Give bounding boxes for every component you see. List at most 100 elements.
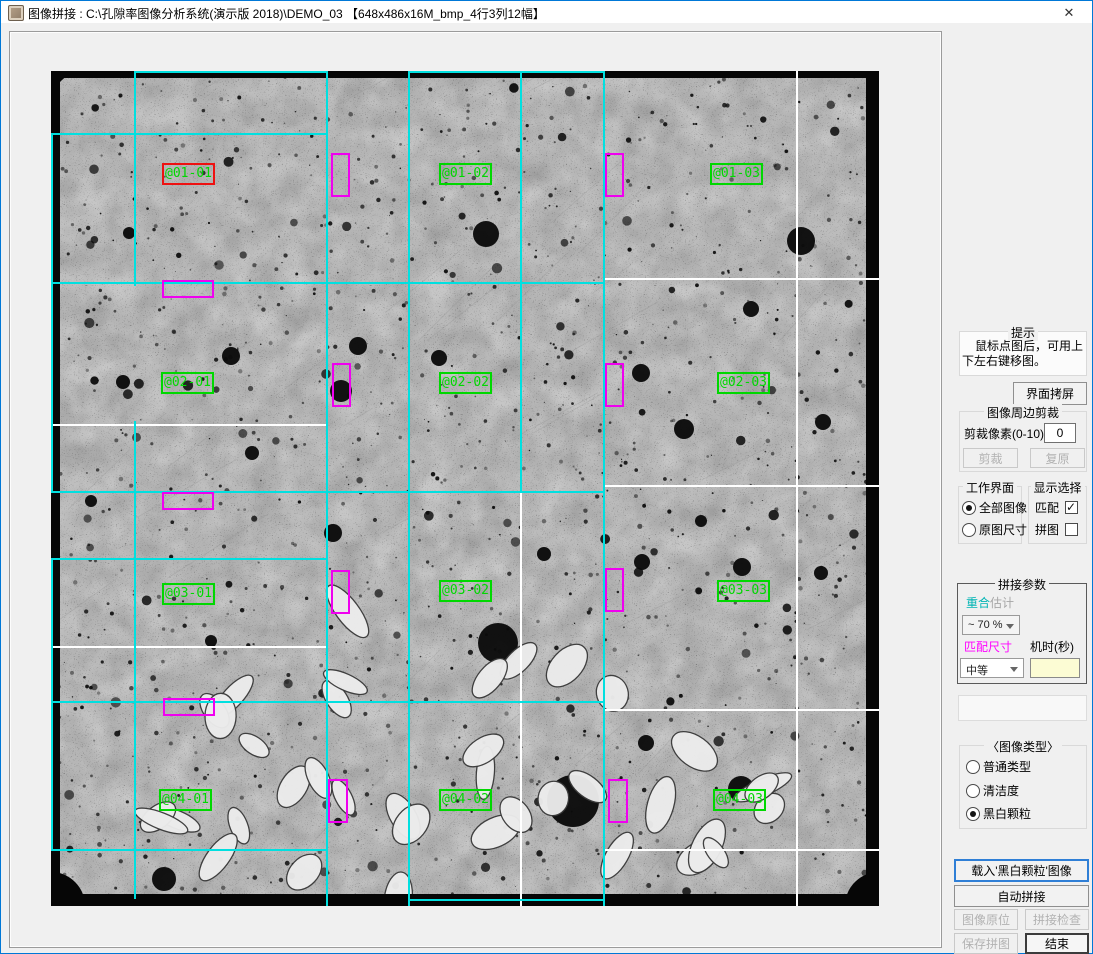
machine-time-input[interactable] — [1030, 658, 1080, 678]
stitch-params-title: 拼接参数 — [995, 576, 1049, 593]
crop-title: 图像周边剪裁 — [984, 404, 1062, 421]
end-button[interactable]: 结束 — [1025, 933, 1089, 954]
tile-label: @03-02 — [439, 580, 492, 602]
grid-line-white — [603, 709, 879, 711]
machine-time-label: 机时(秒) — [1030, 638, 1074, 655]
grid-line-white — [603, 485, 879, 487]
grid-line-cyan — [408, 71, 605, 73]
normal-type-label: 普通类型 — [983, 758, 1031, 775]
grid-line-cyan — [134, 71, 328, 73]
grid-line-white — [603, 278, 879, 280]
match-checkbox[interactable] — [1065, 501, 1078, 514]
grid-line-cyan — [51, 133, 328, 135]
grid-line-white — [796, 71, 798, 906]
tile-label: @03-03 — [717, 580, 770, 602]
close-icon[interactable]: ✕ — [1058, 4, 1080, 21]
stitch-label: 拼图 — [1035, 521, 1059, 538]
grid-line-cyan — [51, 558, 53, 849]
radio-row-normal-type: 普通类型 — [966, 758, 1031, 775]
all-images-label: 全部图像 — [979, 499, 1027, 516]
crop-pixels-label: 剪裁像素(0-10) — [964, 425, 1044, 442]
match-box — [331, 570, 350, 614]
tile-label: @01-02 — [439, 163, 492, 185]
original-size-radio[interactable] — [962, 523, 976, 537]
grid-line-white — [603, 849, 879, 851]
match-box — [332, 363, 351, 407]
tile-label: @02-02 — [439, 372, 492, 394]
grid-line-white — [51, 424, 326, 426]
title-bar: 图像拼接 : C:\孔隙率图像分析系统(演示版 2018)\DEMO_03 【6… — [1, 1, 1092, 23]
match-box — [605, 363, 624, 407]
crop-pixels-input[interactable]: 0 — [1044, 423, 1076, 443]
crop-button[interactable]: 剪裁 — [963, 448, 1018, 468]
match-size-dropdown[interactable]: 中等 — [960, 658, 1024, 678]
display-select-title: 显示选择 — [1030, 479, 1084, 496]
work-interface-title: 工作界面 — [963, 479, 1017, 496]
match-checkbox-row: 匹配 — [1035, 499, 1078, 516]
radio-row-all-images: 全部图像 — [962, 499, 1027, 516]
progress-panel — [958, 695, 1087, 721]
mosaic-image[interactable]: @01-01 @01-02 @01-03 @02-01 @02-02 @02-03 @03-… — [51, 71, 879, 906]
crop-groupbox: 图像周边剪裁 剪裁像素(0-10) 0 剪裁 复原 — [959, 411, 1087, 472]
screen-copy-button[interactable]: 界面拷屏 — [1013, 382, 1087, 405]
overlap-estimate-dropdown[interactable]: ~ 70 % — [962, 615, 1020, 635]
save-stitch-button[interactable]: 保存拼图 — [954, 933, 1018, 954]
hint-text: 鼠标点图后，可用上下左右键移图。 — [962, 339, 1086, 369]
tile-label: @02-03 — [717, 372, 770, 394]
bw-particles-label: 黑白颗粒 — [983, 805, 1031, 822]
image-origin-button[interactable]: 图像原位 — [954, 909, 1018, 930]
tile-label: @04-03 — [713, 789, 766, 811]
match-box — [163, 698, 215, 716]
app-window: 图像拼接 : C:\孔隙率图像分析系统(演示版 2018)\DEMO_03 【6… — [0, 0, 1093, 954]
chevron-down-icon — [1010, 667, 1018, 672]
tile-label: @02-01 — [161, 372, 214, 394]
match-box — [328, 779, 348, 823]
grid-line-cyan — [51, 849, 328, 851]
grid-line-white — [51, 646, 326, 648]
all-images-radio[interactable] — [962, 501, 976, 515]
overlap-label: 重合估计 — [966, 594, 1014, 611]
grid-line-cyan — [51, 133, 53, 491]
app-icon — [8, 5, 24, 21]
image-type-title: 〈图像类型〉 — [984, 738, 1062, 755]
tile-label: @04-02 — [439, 789, 492, 811]
grid-line-cyan — [51, 491, 605, 493]
match-box — [608, 779, 628, 823]
tile-label: @01-03 — [710, 163, 763, 185]
hint-groupbox: 提示 鼠标点图后，可用上下左右键移图。 — [959, 331, 1087, 376]
radio-row-bw-particles: 黑白颗粒 — [966, 805, 1031, 822]
match-box — [162, 280, 214, 298]
mosaic-overlay: @01-01 @01-02 @01-03 @02-01 @02-02 @02-03 @03-… — [51, 71, 879, 906]
match-box — [605, 153, 624, 197]
stitch-checkbox-row: 拼图 — [1035, 521, 1078, 538]
image-type-groupbox: 〈图像类型〉 普通类型 清洁度 黑白颗粒 — [959, 745, 1087, 829]
cleanliness-label: 清洁度 — [983, 782, 1019, 799]
stitch-checkbox[interactable] — [1065, 523, 1078, 536]
chevron-down-icon — [1006, 624, 1014, 629]
match-box — [605, 568, 624, 612]
grid-line-white — [520, 491, 522, 906]
grid-line-cyan — [51, 282, 605, 284]
grid-line-cyan — [134, 71, 136, 286]
radio-row-cleanliness: 清洁度 — [966, 782, 1019, 799]
original-size-label: 原图尺寸 — [979, 521, 1027, 538]
normal-type-radio[interactable] — [966, 760, 980, 774]
grid-line-cyan — [408, 71, 410, 906]
stitch-params-groupbox: 拼接参数 重合估计 ~ 70 % 匹配尺寸 机时(秒) 中等 — [957, 583, 1087, 684]
tile-label: @01-01 — [162, 163, 215, 185]
tile-label: @04-01 — [159, 789, 212, 811]
cleanliness-radio[interactable] — [966, 784, 980, 798]
restore-button[interactable]: 复原 — [1030, 448, 1085, 468]
grid-line-cyan — [520, 71, 522, 491]
work-interface-groupbox: 工作界面 全部图像 原图尺寸 — [958, 486, 1022, 544]
window-title: 图像拼接 : C:\孔隙率图像分析系统(演示版 2018)\DEMO_03 【6… — [28, 5, 545, 22]
load-bw-particles-button[interactable]: 载入'黑白颗粒'图像 — [954, 859, 1089, 882]
match-size-label: 匹配尺寸 — [964, 638, 1012, 655]
bw-particles-radio[interactable] — [966, 807, 980, 821]
match-box — [162, 492, 214, 510]
grid-line-cyan — [51, 558, 328, 560]
display-select-groupbox: 显示选择 匹配 拼图 — [1028, 486, 1087, 544]
stitch-check-button[interactable]: 拼接检查 — [1025, 909, 1089, 930]
grid-line-cyan — [408, 899, 605, 901]
auto-stitch-button[interactable]: 自动拼接 — [954, 885, 1089, 907]
